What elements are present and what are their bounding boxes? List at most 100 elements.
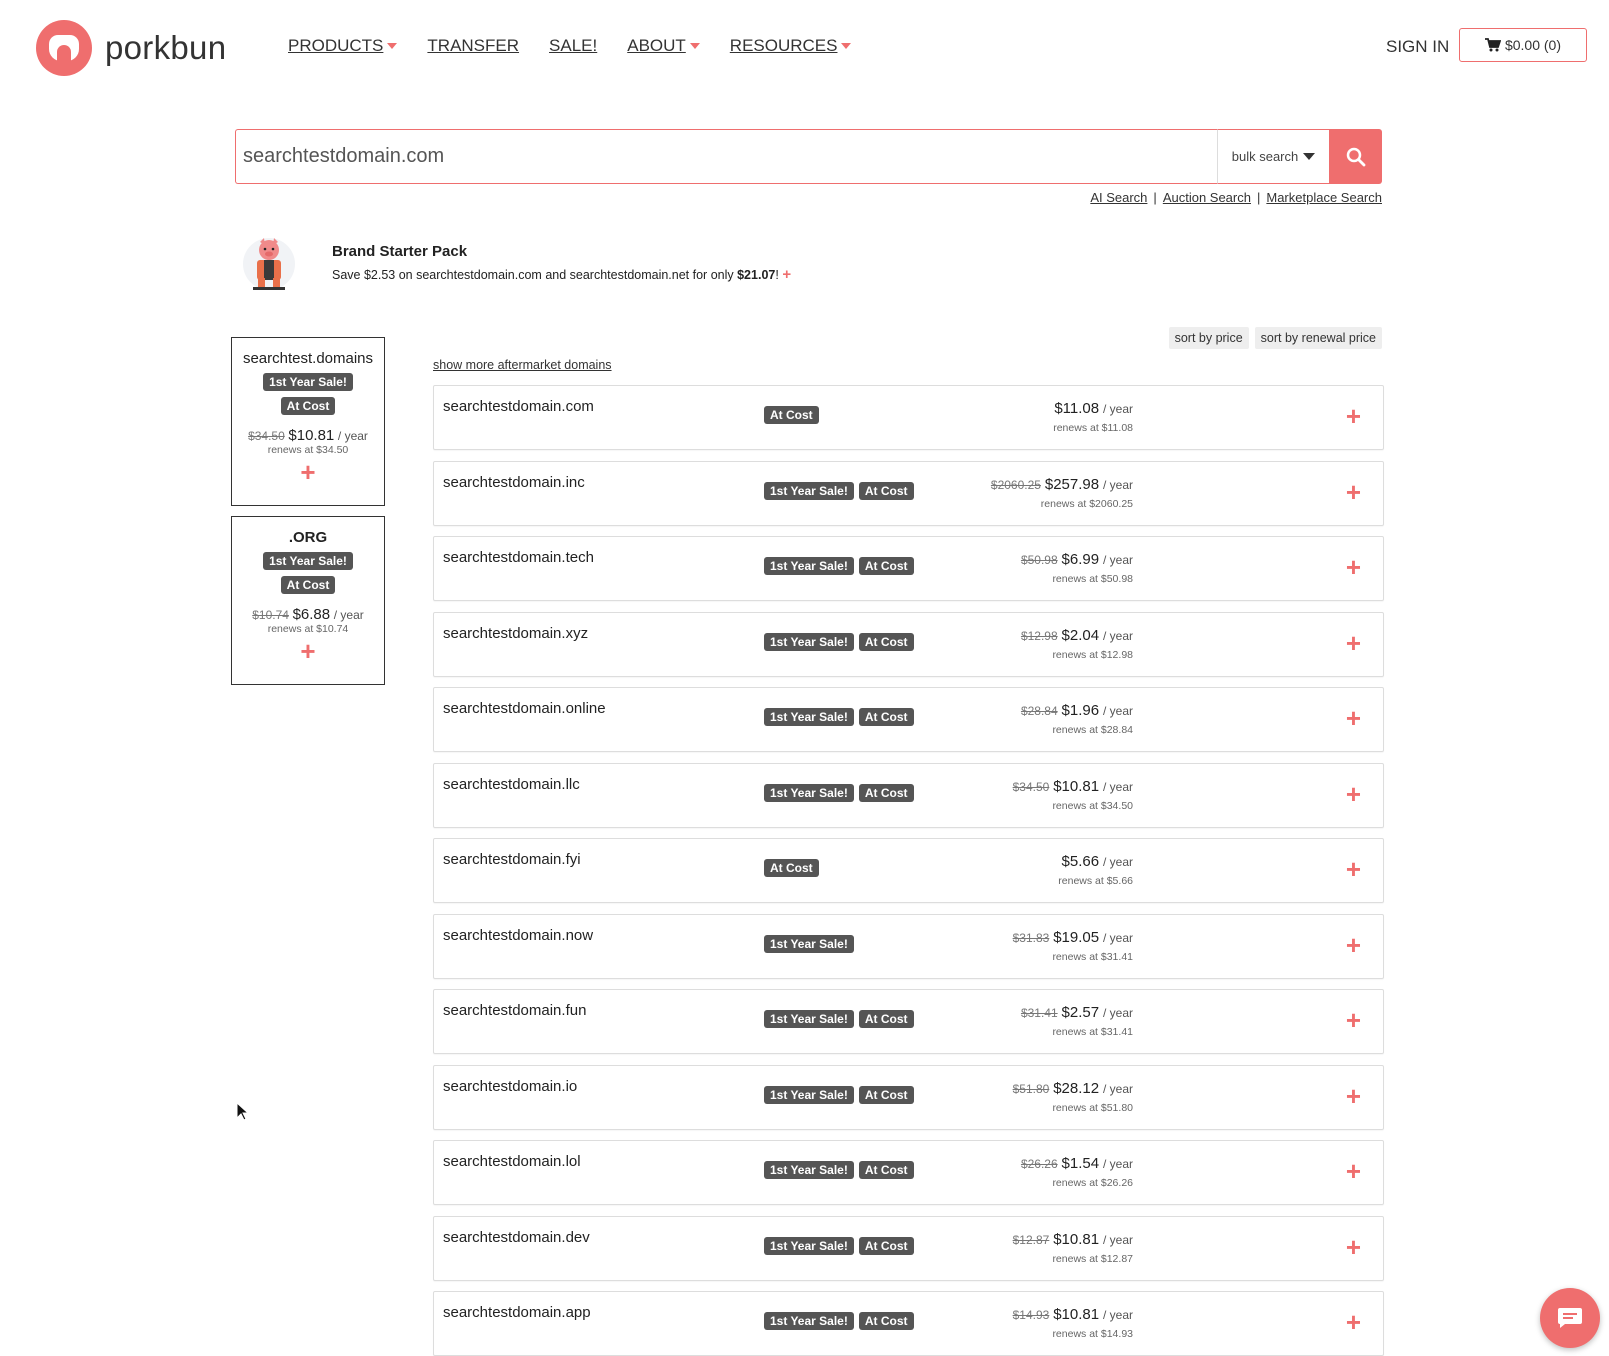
add-to-cart-button[interactable]: +: [1346, 856, 1361, 882]
chevron-down-icon: [387, 43, 398, 49]
old-price: $50.98: [1020, 553, 1058, 567]
sign-in-link[interactable]: SIGN IN: [1386, 37, 1449, 57]
at-cost-badge: At Cost: [858, 557, 914, 575]
search-button[interactable]: [1329, 129, 1382, 184]
price-block: $14.93 $10.81 / year renews at $14.93: [1013, 1306, 1133, 1340]
domain-result-row: searchtestdomain.fyi At Cost $5.66 / year r…: [433, 838, 1384, 903]
domain-result-row: searchtestdomain.app 1st Year Sale! At Cos…: [433, 1291, 1384, 1356]
nav-item-resources[interactable]: RESOURCES: [730, 36, 852, 56]
add-to-cart-button[interactable]: +: [1346, 630, 1361, 656]
domain-name[interactable]: searchtestdomain.xyz: [443, 625, 588, 642]
sort-by-price-button[interactable]: sort by price: [1168, 327, 1249, 349]
current-price: $10.81: [1053, 777, 1100, 795]
domain-name[interactable]: searchtestdomain.tech: [443, 549, 594, 566]
domain-result-row: searchtestdomain.online 1st Year Sale! At …: [433, 687, 1384, 752]
add-to-cart-button[interactable]: +: [1346, 1007, 1361, 1033]
sort-by-renewal-button[interactable]: sort by renewal price: [1254, 327, 1382, 349]
add-to-cart-button[interactable]: +: [1346, 1083, 1361, 1109]
domain-name[interactable]: searchtestdomain.fyi: [443, 851, 581, 868]
domain-name[interactable]: searchtestdomain.llc: [443, 776, 580, 793]
sort-controls: sort by price sort by renewal price: [1168, 327, 1382, 349]
price-block: $31.83 $19.05 / year renews at $31.41: [1013, 929, 1133, 963]
results-list: searchtestdomain.com At Cost $11.08 / year…: [433, 385, 1384, 1356]
domain-result-row: searchtestdomain.inc 1st Year Sale! At Cos…: [433, 460, 1384, 526]
domain-name[interactable]: searchtestdomain.lol: [443, 1153, 581, 1170]
marketplace-search-link[interactable]: Marketplace Search: [1266, 190, 1382, 205]
add-to-cart-button[interactable]: +: [1346, 1234, 1361, 1260]
domain-name[interactable]: searchtestdomain.inc: [443, 474, 585, 491]
domain-name[interactable]: searchtestdomain.dev: [443, 1229, 590, 1246]
brand-pack-price: $21.07: [737, 268, 776, 282]
domain-search-input[interactable]: [235, 129, 1217, 184]
badge-group: 1st Year Sale! At Cost: [763, 557, 915, 575]
renewal-price: renews at $11.08: [1053, 422, 1133, 434]
current-price: $2.57: [1061, 1004, 1100, 1021]
price-block: $34.50 $10.81 / year renews at $34.50: [1013, 778, 1133, 812]
price-block: $12.87 $10.81 / year renews at $12.87: [1013, 1231, 1133, 1265]
renewal-price: renews at $34.50: [267, 444, 349, 456]
domain-result-row: searchtestdomain.lol 1st Year Sale! At Cos…: [433, 1140, 1384, 1205]
featured-domain-name: searchtest.domains: [242, 350, 374, 367]
price-line: $2060.25 $257.98 / year: [991, 476, 1133, 493]
price-line: $11.08 / year: [1053, 400, 1133, 417]
nav-item-sale[interactable]: SALE!: [549, 36, 597, 56]
domain-name[interactable]: searchtestdomain.io: [443, 1078, 577, 1095]
add-to-cart-button[interactable]: +: [1346, 781, 1361, 807]
chevron-down-icon: [841, 43, 852, 49]
at-cost-badge: At Cost: [858, 632, 914, 651]
domain-result-row: searchtestdomain.fun 1st Year Sale! At Cos…: [433, 989, 1384, 1054]
price-unit: / year: [337, 429, 368, 443]
add-to-cart-button[interactable]: +: [300, 459, 315, 485]
badge-group: 1st Year Sale! At Cost: [763, 1236, 915, 1255]
old-price: $2060.25: [990, 477, 1041, 492]
badge-group: At Cost: [763, 859, 820, 877]
add-to-cart-button[interactable]: +: [1346, 705, 1361, 731]
show-more-aftermarket-link[interactable]: show more aftermarket domains: [433, 358, 612, 372]
sale-badge: 1st Year Sale!: [263, 373, 353, 391]
add-to-cart-button[interactable]: +: [1346, 403, 1361, 429]
price-line: $12.87 $10.81 / year: [1013, 1231, 1133, 1248]
add-to-cart-button[interactable]: +: [1346, 554, 1361, 580]
auction-search-link[interactable]: Auction Search: [1163, 190, 1251, 205]
logo[interactable]: porkbun: [36, 20, 226, 76]
add-to-cart-button[interactable]: +: [300, 638, 315, 664]
old-price: $14.93: [1012, 1308, 1050, 1322]
cart-icon: [1484, 38, 1501, 52]
price-line: $28.84 $1.96 / year: [1021, 702, 1133, 719]
sale-badge: 1st Year Sale!: [764, 632, 854, 651]
domain-name[interactable]: searchtestdomain.now: [443, 927, 593, 944]
add-to-cart-button[interactable]: +: [1346, 932, 1361, 958]
domain-name[interactable]: searchtestdomain.com: [443, 398, 594, 415]
add-brand-pack-button[interactable]: +: [782, 266, 791, 283]
chat-icon: [1558, 1308, 1582, 1328]
cart-button[interactable]: $0.00 (0): [1459, 28, 1587, 62]
badge-group: 1st Year Sale!: [763, 934, 855, 953]
renewal-price: renews at $12.87: [1052, 1252, 1133, 1265]
add-to-cart-button[interactable]: +: [1346, 1309, 1361, 1335]
price-line: $31.83 $19.05 / year: [1013, 929, 1133, 946]
domain-name[interactable]: searchtestdomain.app: [443, 1304, 591, 1321]
nav-item-products[interactable]: PRODUCTS: [288, 36, 398, 56]
ai-search-link[interactable]: AI Search: [1090, 190, 1147, 205]
sale-badge: 1st Year Sale!: [764, 557, 854, 575]
price-unit: / year: [333, 608, 364, 622]
add-to-cart-button[interactable]: +: [1346, 479, 1361, 505]
bulk-search-dropdown[interactable]: bulk search: [1217, 129, 1329, 184]
domain-name[interactable]: searchtestdomain.online: [443, 700, 606, 717]
nav-item-label: TRANSFER: [427, 36, 520, 55]
current-price: $6.88: [292, 606, 331, 623]
current-price: $1.96: [1061, 702, 1100, 719]
add-to-cart-button[interactable]: +: [1346, 1158, 1361, 1184]
old-price: $34.50: [248, 429, 285, 443]
nav-item-about[interactable]: ABOUT: [627, 36, 700, 56]
chat-button[interactable]: [1540, 1288, 1600, 1348]
domain-name[interactable]: searchtestdomain.fun: [443, 1002, 586, 1019]
at-cost-badge: At Cost: [858, 783, 914, 802]
nav-item-label: RESOURCES: [729, 36, 838, 55]
price-block: $31.41 $2.57 / year renews at $31.41: [1021, 1004, 1133, 1038]
at-cost-badge: At Cost: [858, 1085, 914, 1104]
nav-item-transfer[interactable]: TRANSFER: [427, 36, 519, 56]
price-block: $5.66 / year renews at $5.66: [1058, 853, 1133, 887]
renewal-price: renews at $50.98: [1052, 573, 1133, 585]
featured-domain-card: searchtest.domains 1st Year Sale! At Cost $…: [231, 337, 385, 506]
